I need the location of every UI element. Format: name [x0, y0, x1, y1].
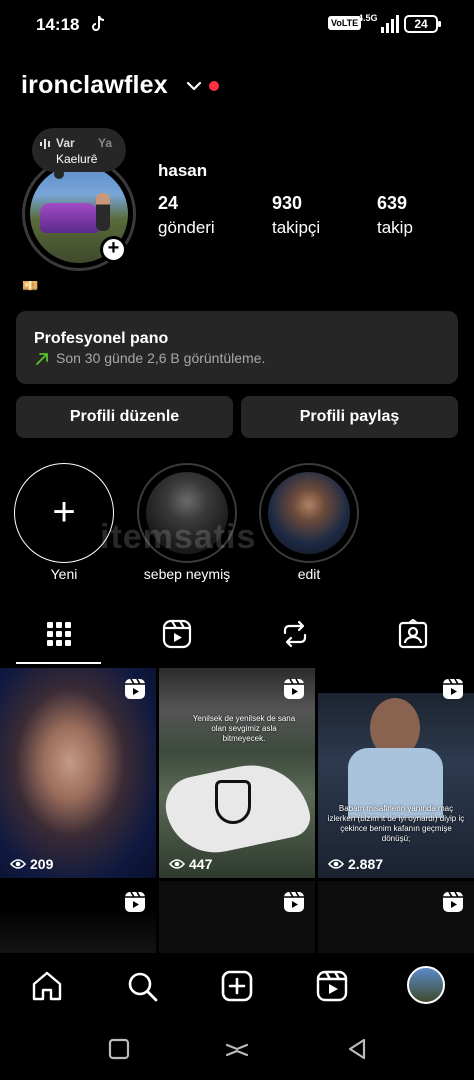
stat-value: 930	[272, 193, 303, 213]
signal-icon	[381, 15, 399, 33]
back-icon[interactable]	[345, 1037, 369, 1061]
notification-dot	[209, 81, 219, 91]
share-profile-button[interactable]: Profili paylaş	[241, 396, 458, 438]
stat-value: 639	[377, 193, 408, 213]
highlight-cover	[268, 472, 350, 554]
post-thumbnail[interactable]	[318, 881, 474, 957]
tab-reposts[interactable]	[236, 608, 354, 666]
volte-badge: VoLTE	[328, 16, 362, 30]
status-bar: 14:18 VoLTE 4.5G 24	[0, 0, 474, 50]
post-caption: Yenilsek de yenilsek de sana olan sevgim…	[192, 714, 296, 743]
reels-icon	[162, 619, 192, 649]
note-song-title: Var	[56, 136, 75, 150]
home-icon[interactable]	[30, 969, 64, 1003]
system-nav-bar	[0, 1019, 474, 1080]
account-username[interactable]: ironclawflex	[21, 71, 168, 100]
highlight-label: Yeni	[50, 566, 78, 582]
post-thumbnail[interactable]	[159, 881, 315, 957]
active-tab-indicator	[16, 662, 101, 664]
tab-posts-grid[interactable]	[0, 608, 118, 666]
tiktok-icon	[92, 15, 105, 31]
profile-nav-avatar[interactable]	[407, 966, 445, 1004]
view-count: 209	[30, 856, 54, 872]
eye-icon	[10, 859, 26, 869]
stat-value: 24	[158, 193, 179, 213]
trend-up-icon	[36, 353, 48, 365]
post-views: 209	[10, 856, 53, 872]
recent-apps-icon[interactable]	[107, 1037, 131, 1061]
stat-posts[interactable]: 24 gönderi	[158, 193, 215, 238]
create-post-icon[interactable]	[220, 969, 254, 1003]
reel-icon	[443, 891, 463, 912]
stat-label: gönderi	[158, 218, 215, 237]
stat-label: takip	[377, 218, 413, 237]
note-song: Var Ya	[40, 136, 112, 150]
search-icon[interactable]	[125, 969, 159, 1003]
post-views: 447	[169, 856, 212, 872]
post-thumbnail[interactable]: Babam misafirlerin yanında maç izlerken …	[318, 668, 474, 878]
watermark: itemsatis	[100, 518, 257, 556]
post-views: 2.887	[328, 856, 383, 872]
reel-icon	[125, 678, 145, 699]
post-thumbnail[interactable]	[0, 881, 156, 957]
highlight-item[interactable]: edit	[259, 463, 359, 582]
chevron-down-icon[interactable]	[185, 78, 203, 94]
note-song-title-dim: Ya	[98, 136, 113, 150]
plus-icon: +	[52, 490, 76, 534]
note-artist: Kaelurê	[56, 152, 98, 166]
reels-nav-icon[interactable]	[315, 969, 349, 1003]
eye-icon	[328, 859, 344, 869]
reel-icon	[284, 678, 304, 699]
post-caption: Babam misafirlerin yanında maç izlerken …	[327, 804, 465, 843]
reel-icon	[125, 891, 145, 912]
reel-icon	[284, 891, 304, 912]
tagged-user-icon	[398, 619, 428, 649]
money-badge: 💴	[22, 278, 39, 293]
repost-icon	[283, 620, 307, 648]
highlight-new[interactable]: + Yeni	[14, 463, 114, 582]
profile-full-name: hasan	[158, 161, 208, 180]
stat-followers[interactable]: 930 takipçi	[272, 193, 320, 238]
view-count: 447	[189, 856, 213, 872]
reel-icon	[443, 678, 463, 699]
sound-wave-icon	[40, 138, 50, 149]
bottom-nav	[0, 953, 474, 1019]
view-count: 2.887	[348, 856, 384, 872]
add-story-icon[interactable]: +	[100, 236, 127, 263]
grid-icon	[47, 622, 71, 646]
profile-tabs	[0, 608, 474, 666]
tab-reels[interactable]	[118, 608, 236, 666]
stat-following[interactable]: 639 takip	[377, 193, 413, 238]
post-thumbnail[interactable]: Yenilsek de yenilsek de sana olan sevgim…	[159, 668, 315, 878]
crest-shape	[215, 780, 251, 824]
post-thumbnail[interactable]: 209	[0, 668, 156, 878]
battery-indicator: 24	[404, 15, 441, 33]
tab-tagged[interactable]	[354, 608, 472, 666]
stat-label: takipçi	[272, 218, 321, 237]
dashboard-title: Profesyonel pano	[34, 330, 169, 347]
highlight-label: sebep neymiş	[143, 566, 231, 582]
home-gesture-icon[interactable]	[225, 1037, 249, 1061]
status-time: 14:18	[36, 15, 80, 34]
network-type: 4.5G	[358, 13, 378, 23]
highlight-label: edit	[297, 566, 321, 582]
music-note-bubble[interactable]: Var Ya Kaelurê	[32, 128, 126, 179]
edit-profile-button[interactable]: Profili düzenle	[16, 396, 233, 438]
dashboard-subtitle: Son 30 günde 2,6 B görüntüleme.	[56, 350, 266, 366]
professional-dashboard-card[interactable]: Profesyonel pano Son 30 günde 2,6 B görü…	[16, 311, 458, 384]
eye-icon	[169, 859, 185, 869]
